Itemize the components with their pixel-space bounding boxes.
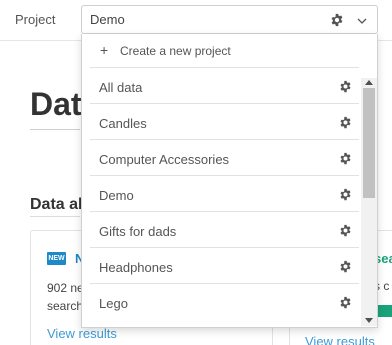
selected-project: Demo	[90, 12, 125, 27]
section-divider	[30, 216, 80, 217]
project-label: Project	[15, 12, 56, 27]
gear-icon[interactable]	[339, 80, 352, 93]
new-badge: NEW	[47, 252, 66, 265]
create-project-label: Create a new project	[120, 44, 231, 58]
gear-icon[interactable]	[339, 116, 352, 129]
title-divider	[30, 129, 80, 130]
scroll-up-arrow-icon[interactable]	[365, 80, 373, 85]
project-item[interactable]: Headphones	[90, 247, 359, 284]
project-dropdown: + Create a new project All data Candles …	[81, 34, 378, 328]
gear-icon[interactable]	[330, 13, 344, 27]
plus-icon: +	[100, 42, 109, 58]
project-item[interactable]: Lego	[90, 283, 359, 320]
project-item[interactable]: Gifts for dads	[90, 211, 359, 248]
project-item-label: Lego	[99, 296, 128, 311]
project-item-label: Demo	[99, 188, 134, 203]
gear-icon[interactable]	[339, 224, 352, 237]
view-results-link-2[interactable]: View results	[305, 334, 375, 345]
dropdown-scrollbar[interactable]	[361, 78, 377, 326]
project-item-label: All data	[99, 80, 143, 95]
section-title: Data al	[30, 196, 83, 213]
create-project-option[interactable]: + Create a new project	[82, 34, 377, 67]
project-item[interactable]: Candles	[90, 103, 359, 140]
gear-icon[interactable]	[339, 296, 352, 309]
scroll-down-arrow-icon[interactable]	[365, 318, 373, 323]
gear-icon[interactable]	[339, 260, 352, 273]
project-item-label: Computer Accessories	[99, 152, 230, 167]
project-item-label: Gifts for dads	[99, 224, 177, 239]
scroll-thumb[interactable]	[363, 88, 375, 198]
gear-icon[interactable]	[339, 152, 352, 165]
project-item-label: Headphones	[99, 260, 173, 275]
project-item-label: Candles	[99, 116, 147, 131]
project-item[interactable]: All data	[90, 67, 359, 104]
chevron-down-icon[interactable]	[356, 15, 368, 27]
view-results-link[interactable]: View results	[47, 326, 117, 341]
gear-icon[interactable]	[339, 188, 352, 201]
project-item[interactable]: Computer Accessories	[90, 139, 359, 176]
project-select[interactable]: Demo	[81, 5, 378, 34]
project-item[interactable]: Demo	[90, 175, 359, 212]
page-title: Dat	[30, 86, 82, 122]
